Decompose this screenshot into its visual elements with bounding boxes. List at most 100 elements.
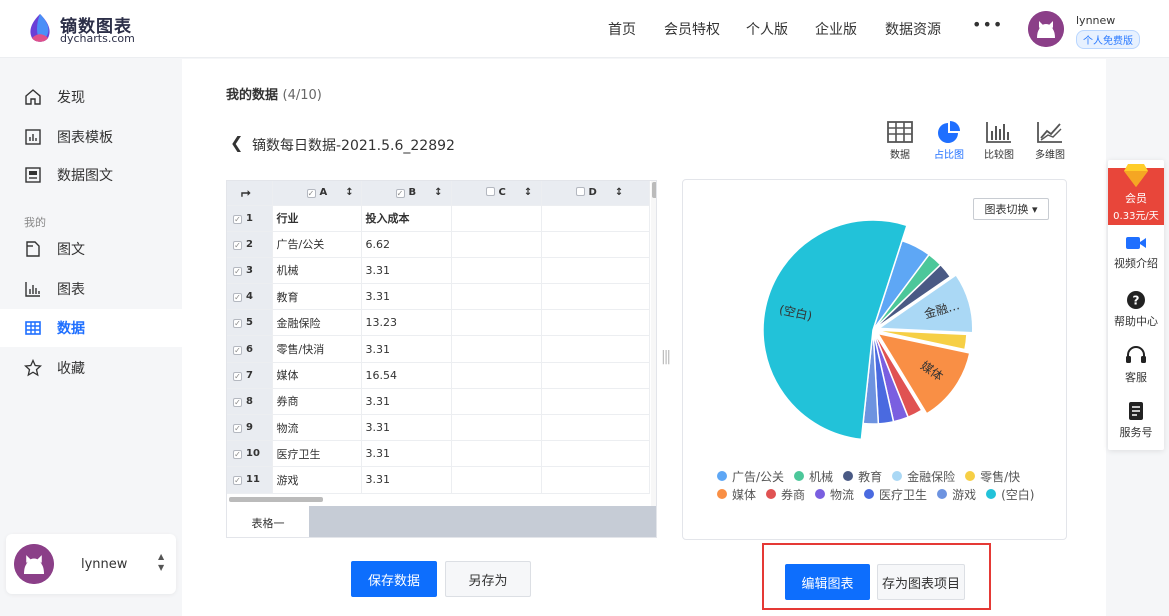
customer-service-button[interactable]: 客服	[1108, 346, 1164, 385]
legend-item[interactable]: 券商	[766, 485, 805, 503]
legend-item[interactable]: 金融保险	[892, 467, 955, 485]
column-header-b[interactable]: ✓ B ↕	[361, 181, 452, 206]
cell-a[interactable]: 物流	[272, 414, 362, 442]
sort-icon[interactable]: ↕	[434, 187, 442, 198]
cell-d[interactable]	[541, 257, 650, 285]
cell-d[interactable]	[541, 231, 650, 258]
row-number[interactable]: ✓ 11	[227, 466, 273, 494]
cell-d[interactable]	[541, 283, 650, 311]
view-multi-button[interactable]: 多维图	[1030, 120, 1070, 161]
nav-member-privileges[interactable]: 会员特权	[664, 19, 720, 39]
legend-item[interactable]: 媒体	[717, 485, 756, 503]
cell-a[interactable]: 广告/公关	[272, 231, 362, 258]
cell-b[interactable]: 3.31	[361, 388, 452, 416]
sort-icon[interactable]: ↕	[524, 187, 532, 198]
nav-data-resources[interactable]: 数据资源	[885, 19, 941, 39]
view-data-button[interactable]: 数据	[880, 120, 920, 161]
column-header-c[interactable]: C ↕	[451, 181, 542, 206]
sidebar-item-discover[interactable]: 发现	[0, 78, 182, 116]
nav-personal[interactable]: 个人版	[746, 19, 788, 39]
checkbox-icon[interactable]: ✓	[233, 450, 242, 460]
header-username[interactable]: lynnew	[1076, 14, 1115, 27]
view-pie-button[interactable]: 占比图	[929, 120, 969, 161]
legend-item[interactable]: 医疗卫生	[864, 485, 927, 503]
switch-account-icon[interactable]: ▲ ▼	[158, 551, 164, 573]
checkbox-icon[interactable]: ✓	[233, 214, 242, 224]
service-account-button[interactable]: 服务号	[1108, 401, 1164, 440]
horizontal-scrollbar[interactable]	[227, 494, 651, 506]
sidebar-item-data[interactable]: 数据	[0, 309, 182, 347]
cell-a[interactable]: 教育	[272, 283, 362, 311]
cell-b[interactable]: 3.31	[361, 440, 452, 468]
sidebar-item-data-articles[interactable]: 数据图文	[0, 156, 182, 194]
cell-a[interactable]: 行业	[272, 205, 362, 232]
checkbox-icon[interactable]: ✓	[233, 240, 242, 250]
cell-c[interactable]	[451, 231, 542, 258]
sidebar-item-favorites[interactable]: 收藏	[0, 349, 182, 387]
save-chart-project-button[interactable]: 存为图表项目	[877, 564, 965, 600]
sheet-tab[interactable]: 表格一	[227, 506, 309, 537]
sidebar-item-chart-templates[interactable]: 图表模板	[0, 118, 182, 156]
cell-c[interactable]	[451, 440, 542, 468]
cell-c[interactable]	[451, 335, 542, 363]
checkbox-icon[interactable]: ✓	[233, 345, 242, 355]
row-number[interactable]: ✓ 1	[227, 205, 273, 232]
sidebar-item-articles[interactable]: 图文	[0, 230, 182, 268]
checkbox-icon[interactable]: ✓	[395, 189, 405, 199]
cell-c[interactable]	[451, 388, 542, 416]
cell-b[interactable]: 16.54	[361, 362, 452, 389]
brand-logo[interactable]: 镝数图表 dycharts.com	[26, 12, 156, 46]
transpose-icon[interactable]: ⮣	[227, 181, 273, 206]
column-header-a[interactable]: ✓ A ↕	[272, 181, 362, 206]
cell-d[interactable]	[541, 414, 650, 442]
cell-c[interactable]	[451, 257, 542, 285]
vertical-scrollbar[interactable]	[651, 181, 656, 537]
back-arrow-icon[interactable]: ❮	[230, 133, 243, 152]
legend-item[interactable]: 零售/快	[965, 467, 1020, 485]
checkbox-icon[interactable]: ✓	[233, 371, 242, 381]
cell-d[interactable]	[541, 388, 650, 416]
cell-c[interactable]	[451, 414, 542, 442]
cell-b[interactable]: 6.62	[361, 231, 452, 258]
checkbox-icon[interactable]: ✓	[233, 293, 242, 303]
cell-b[interactable]: 3.31	[361, 466, 452, 494]
checkbox-icon[interactable]: ✓	[233, 476, 242, 486]
sort-icon[interactable]: ↕	[345, 187, 353, 198]
row-number[interactable]: ✓ 5	[227, 309, 273, 337]
cell-a[interactable]: 零售/快消	[272, 335, 362, 363]
checkbox-icon[interactable]: ✓	[233, 319, 242, 329]
cell-c[interactable]	[451, 283, 542, 311]
member-card[interactable]: 会员 0.33元/天	[1108, 164, 1164, 225]
checkbox-icon[interactable]	[575, 187, 585, 197]
legend-item[interactable]: (空白)	[986, 485, 1034, 503]
legend-item[interactable]: 教育	[843, 467, 882, 485]
cell-d[interactable]	[541, 440, 650, 468]
legend-item[interactable]: 物流	[815, 485, 854, 503]
row-number[interactable]: ✓ 10	[227, 440, 273, 468]
view-compare-button[interactable]: 比较图	[979, 120, 1019, 161]
checkbox-icon[interactable]: ✓	[233, 424, 242, 434]
resize-handle-icon[interactable]: |||	[661, 349, 671, 365]
cell-a[interactable]: 券商	[272, 388, 362, 416]
cell-b[interactable]: 3.31	[361, 414, 452, 442]
cell-b[interactable]: 投入成本	[361, 205, 452, 232]
legend-item[interactable]: 机械	[794, 467, 833, 485]
sidebar-item-charts[interactable]: 图表	[0, 270, 182, 308]
row-number[interactable]: ✓ 8	[227, 388, 273, 416]
row-number[interactable]: ✓ 3	[227, 257, 273, 285]
row-number[interactable]: ✓ 2	[227, 231, 273, 258]
nav-home[interactable]: 首页	[608, 19, 636, 39]
row-number[interactable]: ✓ 4	[227, 283, 273, 311]
cell-a[interactable]: 金融保险	[272, 309, 362, 337]
legend-item[interactable]: 游戏	[937, 485, 976, 503]
cell-a[interactable]: 游戏	[272, 466, 362, 494]
sort-icon[interactable]: ↕	[615, 187, 623, 198]
more-menu-icon[interactable]: •••	[972, 15, 1003, 34]
cell-b[interactable]: 3.31	[361, 335, 452, 363]
cell-a[interactable]: 机械	[272, 257, 362, 285]
cell-c[interactable]	[451, 309, 542, 337]
checkbox-icon[interactable]	[485, 187, 495, 197]
checkbox-icon[interactable]: ✓	[233, 397, 242, 407]
cell-b[interactable]: 3.31	[361, 257, 452, 285]
edit-chart-button[interactable]: 编辑图表	[785, 564, 870, 600]
